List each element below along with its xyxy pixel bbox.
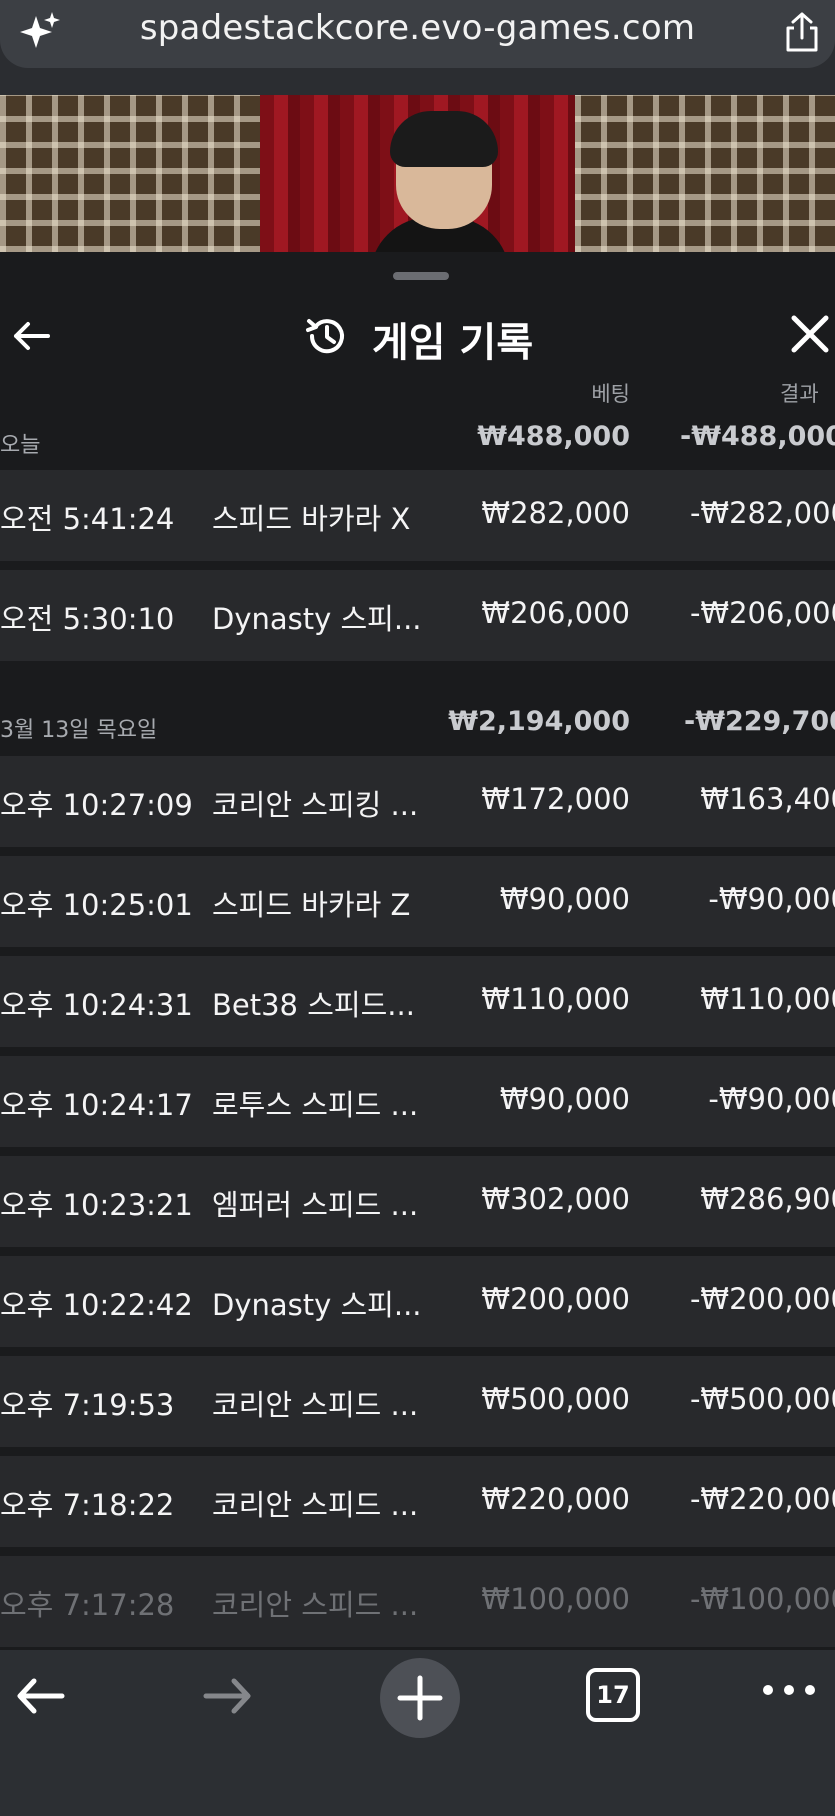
row-time: 오후 7:18:22 [0,1488,175,1522]
row-result: -₩206,000 [689,596,835,630]
row-time: 오후 10:22:42 [0,1288,193,1322]
row-time: 오후 10:24:31 [0,988,193,1022]
tab-count: 17 [596,1681,630,1709]
row-time: 오후 10:27:09 [0,788,193,822]
history-row[interactable]: 오후 10:24:17 로투스 스피드 ... ₩90,000 -₩90,000 [0,1056,835,1147]
row-bet: ₩90,000 [499,882,630,916]
row-bet: ₩302,000 [481,1182,630,1216]
sheet-drag-handle[interactable] [393,272,449,280]
game-history-sheet: 게임 기록 베팅 결과 오늘 ₩488,000 -₩488,000 오전 5:4… [0,252,835,1650]
row-bet: ₩500,000 [481,1382,630,1416]
row-result: -₩90,000 [708,882,835,916]
row-time: 오후 7:17:28 [0,1588,175,1622]
sheet-header: 게임 기록 [0,292,835,382]
row-result: -₩90,000 [708,1082,835,1116]
row-bet: ₩200,000 [481,1282,630,1316]
history-row[interactable]: 오후 7:17:28 코리안 스피드 ... ₩100,000 -₩100,00… [0,1556,835,1647]
section-date-label: 3월 13일 목요일 [0,718,158,743]
history-row[interactable]: 오후 7:18:22 코리안 스피드 ... ₩220,000 -₩220,00… [0,1456,835,1547]
section-result-total: -₩488,000 [680,421,835,452]
row-time: 오전 5:30:10 [0,602,175,636]
row-result: -₩500,000 [689,1382,835,1416]
row-game: Dynasty 스피... [212,602,422,636]
browser-url-bar: spadestackcore.evo-games.com [0,0,835,95]
section-header-today: 오늘 ₩488,000 -₩488,000 [0,407,835,467]
row-time: 오후 10:24:17 [0,1088,193,1122]
row-game: 스피드 바카라 Z [212,888,411,922]
url-text[interactable]: spadestackcore.evo-games.com [0,8,835,48]
row-time: 오후 10:23:21 [0,1188,193,1222]
section-header-date: 3월 13일 목요일 ₩2,194,000 -₩229,700 [0,692,835,752]
row-bet: ₩282,000 [481,496,630,530]
row-bet: ₩90,000 [499,1082,630,1116]
row-result: ₩110,000 [700,982,835,1016]
row-bet: ₩110,000 [481,982,630,1016]
share-icon[interactable] [780,10,824,54]
row-result: ₩163,400 [700,782,835,816]
row-time: 오후 7:19:53 [0,1388,175,1422]
back-arrow-icon[interactable] [12,1668,68,1724]
column-header-bet: 베팅 [591,382,630,406]
row-bet: ₩220,000 [481,1482,630,1516]
row-result: -₩100,000 [689,1582,835,1616]
row-game: 코리안 스피드 ... [212,1488,419,1522]
close-icon[interactable] [790,314,830,354]
tabs-icon[interactable]: 17 [586,1668,640,1722]
row-result: ₩286,900 [700,1182,835,1216]
history-row[interactable]: 오전 5:41:24 스피드 바카라 X ₩282,000 -₩282,000 [0,470,835,561]
history-icon [306,319,344,354]
history-row[interactable]: 오후 10:22:42 Dynasty 스피... ₩200,000 -₩200… [0,1256,835,1347]
more-icon[interactable] [762,1684,816,1696]
section-result-total: -₩229,700 [684,706,835,737]
new-tab-button[interactable] [380,1658,460,1738]
history-row[interactable]: 오후 7:19:53 코리안 스피드 ... ₩500,000 -₩500,00… [0,1356,835,1447]
row-game: 코리안 스피킹 ... [212,788,419,822]
row-result: -₩282,000 [689,496,835,530]
row-game: 스피드 바카라 X [212,502,411,536]
row-game: 로투스 스피드 ... [212,1088,419,1122]
row-time: 오후 10:25:01 [0,888,193,922]
live-video-feed [0,95,835,252]
row-bet: ₩100,000 [481,1582,630,1616]
column-header-result: 결과 [780,382,819,406]
back-arrow-icon[interactable] [10,314,54,358]
section-date-label: 오늘 [0,433,41,458]
history-row[interactable]: 오후 10:24:31 Bet38 스피드... ₩110,000 ₩110,0… [0,956,835,1047]
row-result: -₩200,000 [689,1282,835,1316]
row-bet: ₩206,000 [481,596,630,630]
forward-arrow-icon[interactable] [200,1668,256,1724]
row-time: 오전 5:41:24 [0,502,175,536]
row-game: 코리안 스피드 ... [212,1588,419,1622]
row-bet: ₩172,000 [481,782,630,816]
browser-toolbar: 17 [0,1650,835,1816]
row-game: Bet38 스피드... [212,988,415,1022]
row-game: 코리안 스피드 ... [212,1388,419,1422]
dealer-figure [360,111,520,252]
history-row[interactable]: 오전 5:30:10 Dynasty 스피... ₩206,000 -₩206,… [0,570,835,661]
history-row[interactable]: 오후 10:23:21 엠퍼러 스피드 ... ₩302,000 ₩286,90… [0,1156,835,1247]
row-result: -₩220,000 [689,1482,835,1516]
history-row[interactable]: 오후 10:27:09 코리안 스피킹 ... ₩172,000 ₩163,40… [0,756,835,847]
row-game: 엠퍼러 스피드 ... [212,1188,419,1222]
section-bet-total: ₩488,000 [477,421,630,452]
history-row[interactable]: 오후 10:25:01 스피드 바카라 Z ₩90,000 -₩90,000 [0,856,835,947]
plus-icon [397,1675,443,1721]
decor-panel-right [575,95,835,252]
row-game: Dynasty 스피... [212,1288,422,1322]
decor-panel-left [0,95,260,252]
page-title: 게임 기록 [372,320,534,366]
section-bet-total: ₩2,194,000 [448,706,630,737]
